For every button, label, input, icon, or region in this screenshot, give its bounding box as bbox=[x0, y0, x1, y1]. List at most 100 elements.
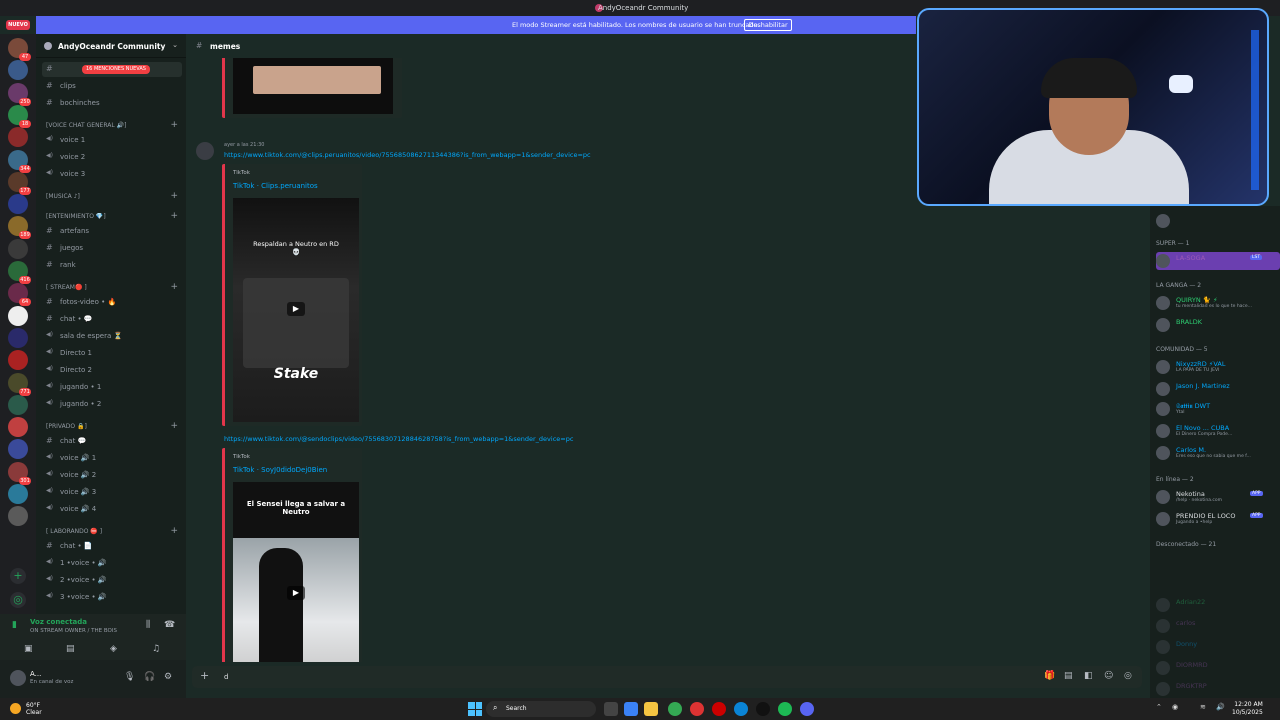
obs-icon[interactable] bbox=[756, 702, 770, 716]
text-channel-item[interactable]: # artefans bbox=[42, 224, 182, 239]
member-item[interactable]: El Novo ... CUBA El Dinero Compra Pode... bbox=[1156, 422, 1280, 440]
add-channel-icon[interactable]: + bbox=[170, 526, 178, 536]
disconnect-icon[interactable]: ☎ bbox=[164, 620, 175, 630]
message-composer[interactable]: + d 🎁 ▤ ◧ ☺ ◎ bbox=[192, 666, 1142, 688]
server-icon[interactable]: 18 bbox=[8, 104, 31, 128]
voice-channel-item[interactable]: ◀) 2 •voice • 🔊 bbox=[42, 573, 182, 588]
microphone-icon[interactable]: 🎙 bbox=[124, 672, 135, 682]
voice-channel-item[interactable]: ◀) 1 •voice • 🔊 bbox=[42, 556, 182, 571]
text-channel-item[interactable]: #16 MENCIONES NUEVAS bbox=[42, 62, 182, 77]
gift-icon[interactable]: 🎁 bbox=[1044, 671, 1055, 681]
guild-header[interactable]: AndyOceandr Community ⌄ bbox=[36, 34, 186, 58]
avatar[interactable] bbox=[10, 670, 26, 686]
sticker-icon[interactable]: ◧ bbox=[1084, 671, 1093, 681]
chrome-icon[interactable] bbox=[668, 702, 682, 716]
camera-icon[interactable]: ▣ bbox=[24, 644, 33, 654]
server-icon[interactable] bbox=[8, 60, 28, 81]
member-item[interactable]: PRENDIO EL LOCO APP Jugando a •help bbox=[1156, 510, 1280, 528]
tiktok-link-2[interactable]: https://www.tiktok.com/@sendoclips/video… bbox=[224, 435, 573, 443]
server-icon[interactable]: 771 bbox=[8, 372, 31, 396]
embed-thumbnail[interactable] bbox=[233, 58, 393, 114]
message-input[interactable]: d bbox=[224, 673, 228, 681]
weather-icon[interactable] bbox=[10, 703, 21, 714]
server-icon[interactable]: 416 bbox=[8, 261, 31, 284]
add-server-button[interactable]: + bbox=[10, 568, 26, 584]
member-item[interactable]: carlos bbox=[1156, 617, 1280, 635]
add-channel-icon[interactable]: + bbox=[170, 191, 178, 201]
avatar[interactable] bbox=[196, 142, 214, 160]
signal-icon[interactable]: ▮ bbox=[12, 620, 17, 630]
channel-category[interactable]: [MUSICA ♪] + bbox=[42, 191, 182, 203]
gif-icon[interactable]: ▤ bbox=[1064, 671, 1073, 681]
play-icon[interactable]: ▶ bbox=[287, 586, 305, 600]
text-channel-item[interactable]: # chat 💬 bbox=[42, 434, 182, 449]
voice-channel-item[interactable]: ◀) Directo 2 bbox=[42, 363, 182, 378]
activity-icon[interactable]: ◈ bbox=[110, 644, 117, 654]
member-item[interactable]: LA-SOGA LST bbox=[1156, 252, 1280, 270]
voice-channel-item[interactable]: ◀) voice 🔊 4 bbox=[42, 502, 182, 517]
channel-category[interactable]: [VOICE CHAT GENERAL 🔊] + bbox=[42, 120, 182, 132]
server-icon[interactable]: 344 bbox=[8, 149, 31, 173]
add-channel-icon[interactable]: + bbox=[170, 211, 178, 221]
add-channel-icon[interactable]: + bbox=[170, 120, 178, 130]
username[interactable]: A... bbox=[30, 670, 41, 678]
chevron-up-icon[interactable]: ⌃ bbox=[1156, 703, 1162, 711]
video-thumbnail[interactable]: El Sensei llega a salvar a Neutro ▶ bbox=[233, 482, 359, 662]
server-icon[interactable]: 250 bbox=[8, 82, 31, 106]
text-channel-item[interactable]: # chat • 💬 bbox=[42, 312, 182, 327]
clock[interactable]: 12:20 AM 10/5/2025 bbox=[1232, 701, 1263, 717]
screen-share-icon[interactable]: ▤ bbox=[66, 644, 75, 654]
server-icon[interactable] bbox=[8, 194, 28, 215]
discord-icon[interactable] bbox=[800, 702, 814, 716]
channel-category[interactable]: [ LABORANDO ⛔ ] + bbox=[42, 526, 182, 538]
voice-channel-item[interactable]: ◀) voice 🔊 3 bbox=[42, 485, 182, 500]
taskbar-search[interactable]: ⌕ Search bbox=[486, 701, 596, 717]
member-item[interactable]: Carlos M. Eres eso que no sabia que me f.… bbox=[1156, 444, 1280, 462]
voice-channel-item[interactable]: ◀) voice 1 bbox=[42, 133, 182, 148]
server-icon[interactable]: 47 bbox=[8, 38, 31, 61]
member-item[interactable]: BRALDK bbox=[1156, 316, 1280, 334]
voice-channel-name[interactable]: ON STREAM OWNER / THE BOIS bbox=[30, 628, 117, 634]
headphones-icon[interactable]: 🎧 bbox=[144, 672, 155, 682]
text-channel-item[interactable]: # clips bbox=[42, 79, 182, 94]
member-item[interactable] bbox=[1156, 212, 1280, 230]
server-icon[interactable] bbox=[8, 305, 28, 326]
spotify-icon[interactable] bbox=[778, 702, 792, 716]
server-icon[interactable]: 64 bbox=[8, 283, 31, 307]
text-channel-item[interactable]: # bochinches bbox=[42, 96, 182, 111]
server-icon[interactable]: 189 bbox=[8, 216, 31, 240]
voice-channel-item[interactable]: ◀) voice 🔊 1 bbox=[42, 451, 182, 466]
tiktok-link-1[interactable]: https://www.tiktok.com/@clips.peruanitos… bbox=[224, 151, 591, 159]
embed-title[interactable]: TikTok · Clips.peruanitos bbox=[233, 182, 318, 190]
member-item[interactable]: Donny bbox=[1156, 638, 1280, 656]
member-item[interactable]: Nekotina APP/help · nekotina.com bbox=[1156, 488, 1280, 506]
video-thumbnail[interactable]: Respaldan a Neutro en RD 💀 Stake ▶ bbox=[233, 198, 359, 422]
copilot-icon[interactable] bbox=[624, 702, 638, 716]
network-icon[interactable]: ◉ bbox=[1172, 703, 1178, 711]
member-item[interactable]: NixyzzRD ⚡VAL LA PAPA DE TU JEVI bbox=[1156, 358, 1280, 376]
member-item[interactable]: DRGKTRP bbox=[1156, 680, 1280, 698]
play-icon[interactable]: ▶ bbox=[287, 302, 305, 316]
member-item[interactable]: QUIRYN 🐈 ⚡ tu mentalidad es lo que te hac… bbox=[1156, 294, 1280, 312]
server-icon[interactable] bbox=[8, 238, 28, 259]
voice-channel-item[interactable]: ◀) Directo 1 bbox=[42, 346, 182, 361]
emoji-icon[interactable]: ☺ bbox=[1104, 671, 1113, 681]
disable-streamer-button[interactable]: Deshabilitar bbox=[744, 19, 792, 31]
edge-icon[interactable] bbox=[734, 702, 748, 716]
voice-status[interactable]: Voz conectada bbox=[30, 618, 87, 626]
embed-title[interactable]: TikTok · SoyJ0didoDej0Bien bbox=[233, 466, 327, 474]
voice-channel-item[interactable]: ◀) voice 🔊 2 bbox=[42, 468, 182, 483]
member-item[interactable]: Adrian22 bbox=[1156, 596, 1280, 614]
wifi-icon[interactable]: ≋ bbox=[1200, 703, 1206, 711]
chevron-down-icon[interactable]: ⌄ bbox=[172, 41, 178, 49]
server-icon[interactable]: 301 bbox=[8, 461, 31, 485]
channel-category[interactable]: [ STREAM🔴 ] + bbox=[42, 282, 182, 294]
text-channel-item[interactable]: # fotos-video • 🔥 bbox=[42, 295, 182, 310]
apps-icon[interactable]: ◎ bbox=[1124, 671, 1132, 681]
channel-category[interactable]: [PRIVADO 🔒] + bbox=[42, 421, 182, 433]
voice-channel-item[interactable]: ◀) sala de espera ⏳ bbox=[42, 329, 182, 344]
server-icon[interactable] bbox=[8, 506, 28, 527]
member-item[interactable]: 𝕾𝖆𝖙𝖙𝖎𝖚 DWT Ytal bbox=[1156, 400, 1280, 418]
start-button[interactable] bbox=[468, 702, 482, 716]
server-icon[interactable] bbox=[8, 439, 28, 460]
